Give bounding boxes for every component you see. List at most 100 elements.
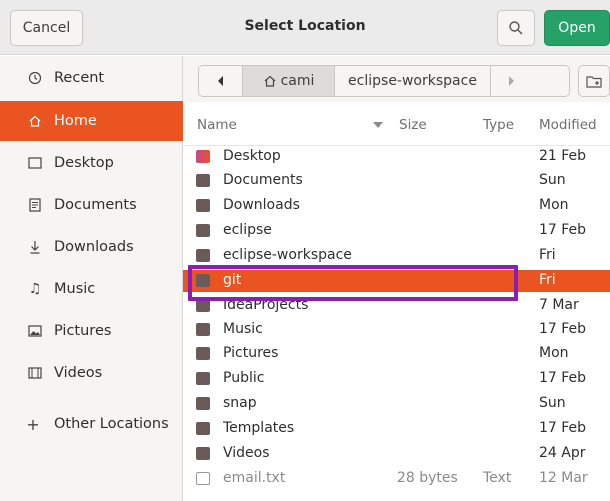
sidebar-item-pictures[interactable]: Pictures xyxy=(0,311,183,351)
sidebar-item-videos[interactable]: Videos xyxy=(0,353,183,393)
file-name: snap xyxy=(223,395,257,411)
sidebar-item-label: Pictures xyxy=(54,323,112,339)
file-modified: 12 Mar xyxy=(539,470,588,486)
column-name[interactable]: Name xyxy=(197,117,237,133)
path-back-button[interactable] xyxy=(199,66,243,96)
sidebar-item-recent[interactable]: Recent xyxy=(0,58,183,98)
file-row[interactable]: Desktop 21 Feb xyxy=(183,147,610,167)
file-modified: Sun xyxy=(539,172,566,188)
picture-icon xyxy=(26,325,44,337)
folder-icon xyxy=(196,174,210,187)
sidebar-item-label: Other Locations xyxy=(54,416,169,432)
column-header: Name Size Type Modified xyxy=(183,102,610,146)
file-name: git xyxy=(223,272,242,288)
file-row[interactable]: Documents Sun xyxy=(183,171,610,191)
file-name: email.txt xyxy=(223,470,286,486)
file-row[interactable]: eclipse 17 Feb xyxy=(183,221,610,241)
path-bar-group: cami eclipse-workspace xyxy=(198,65,570,97)
path-forward-button[interactable] xyxy=(491,66,531,96)
file-type: Text xyxy=(483,470,512,486)
file-name: Desktop xyxy=(223,148,281,164)
path-segment-home[interactable]: cami xyxy=(243,66,335,96)
home-icon xyxy=(26,114,44,128)
header-bar: Cancel Select Location Open xyxy=(0,0,610,55)
file-name: Pictures xyxy=(223,345,279,361)
sidebar-item-downloads[interactable]: Downloads xyxy=(0,227,183,267)
search-button[interactable] xyxy=(497,10,535,46)
file-modified: Mon xyxy=(539,345,569,361)
sidebar-item-label: Desktop xyxy=(54,155,114,171)
sidebar-item-other-locations[interactable]: + Other Locations xyxy=(0,404,183,444)
file-row[interactable]: Music 17 Feb xyxy=(183,320,610,340)
file-name: eclipse xyxy=(223,222,272,238)
clock-icon xyxy=(26,71,44,85)
sidebar-item-home[interactable]: Home xyxy=(0,101,183,141)
sidebar-item-desktop[interactable]: Desktop xyxy=(0,143,183,183)
file-modified: 21 Feb xyxy=(539,148,587,164)
sidebar-item-label: Recent xyxy=(54,70,105,86)
music-icon: ♫ xyxy=(28,281,42,297)
open-button[interactable]: Open xyxy=(544,10,610,46)
file-row-selected[interactable]: git Fri xyxy=(183,270,610,292)
file-row[interactable]: eclipse-workspace Fri xyxy=(183,246,610,266)
search-icon xyxy=(509,21,523,35)
sidebar: Recent Home Desktop Documents Downloads … xyxy=(0,56,183,501)
file-modified: Fri xyxy=(539,272,556,288)
folder-icon xyxy=(196,397,210,410)
file-row[interactable]: email.txt 28 bytes Text 12 Mar xyxy=(183,469,610,489)
column-modified[interactable]: Modified xyxy=(539,117,597,133)
sidebar-item-music[interactable]: ♫ Music xyxy=(0,269,183,309)
sidebar-item-label: Music xyxy=(54,281,96,297)
file-row[interactable]: Videos 24 Apr xyxy=(183,444,610,464)
file-modified: 17 Feb xyxy=(539,222,587,238)
new-folder-button[interactable] xyxy=(578,65,610,97)
folder-icon xyxy=(196,422,210,435)
desktop-icon xyxy=(26,157,44,169)
sidebar-item-label: Downloads xyxy=(54,239,134,255)
file-row[interactable]: snap Sun xyxy=(183,394,610,414)
home-icon xyxy=(264,75,275,87)
folder-icon xyxy=(196,299,210,312)
file-name: IdeaProjects xyxy=(223,297,309,313)
new-folder-icon xyxy=(586,76,602,88)
sidebar-item-documents[interactable]: Documents xyxy=(0,185,183,225)
file-row[interactable]: Templates 17 Feb xyxy=(183,419,610,439)
file-row[interactable]: Public 17 Feb xyxy=(183,369,610,389)
file-name: Videos xyxy=(223,445,270,461)
path-segment-current[interactable]: eclipse-workspace xyxy=(335,66,491,96)
plus-icon: + xyxy=(26,414,40,434)
file-modified: 24 Apr xyxy=(539,445,586,461)
file-name: Music xyxy=(223,321,263,337)
path-bar: cami eclipse-workspace xyxy=(183,56,610,102)
column-type[interactable]: Type xyxy=(483,117,514,133)
file-row[interactable]: IdeaProjects 7 Mar xyxy=(183,296,610,316)
file-modified: Mon xyxy=(539,197,569,213)
download-icon xyxy=(26,240,44,254)
cancel-button[interactable]: Cancel xyxy=(10,10,83,46)
path-segment-label: eclipse-workspace xyxy=(348,73,477,89)
video-icon xyxy=(26,367,44,379)
folder-icon xyxy=(196,447,210,460)
file-modified: 17 Feb xyxy=(539,321,587,337)
folder-icon xyxy=(196,347,210,360)
file-modified: 17 Feb xyxy=(539,370,587,386)
document-icon xyxy=(26,198,44,212)
folder-icon xyxy=(196,323,210,336)
sidebar-item-label: Documents xyxy=(54,197,137,213)
file-row[interactable]: Downloads Mon xyxy=(183,196,610,216)
file-name: Templates xyxy=(223,420,295,436)
file-row[interactable]: Pictures Mon xyxy=(183,344,610,364)
chevron-left-icon xyxy=(217,76,223,86)
file-name: Documents xyxy=(223,172,303,188)
folder-icon xyxy=(196,224,210,237)
file-modified: Fri xyxy=(539,247,556,263)
file-modified: 17 Feb xyxy=(539,420,587,436)
column-size[interactable]: Size xyxy=(399,117,427,133)
folder-icon xyxy=(196,199,210,212)
folder-icon xyxy=(196,150,210,163)
file-modified: 7 Mar xyxy=(539,297,579,313)
file-size: 28 bytes xyxy=(397,470,458,486)
file-modified: Sun xyxy=(539,395,566,411)
file-name: Public xyxy=(223,370,265,386)
sidebar-item-label: Videos xyxy=(54,365,103,381)
